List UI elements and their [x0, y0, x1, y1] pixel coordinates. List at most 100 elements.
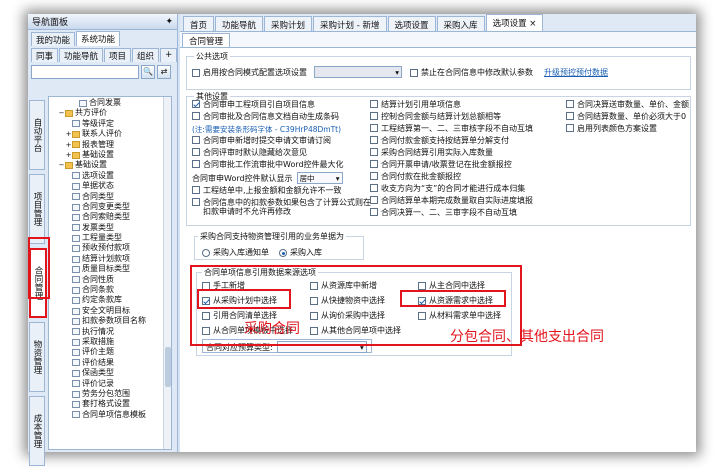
tree-item[interactable]: 工程量类型: [51, 233, 171, 243]
checkbox-box[interactable]: [192, 112, 200, 120]
checkbox-box[interactable]: [370, 172, 378, 180]
checkbox-box[interactable]: [192, 148, 200, 156]
tree-item[interactable]: 采取措施: [51, 337, 171, 347]
option-checkbox[interactable]: 工程结算第一、二、三审核字段不自动互填: [370, 124, 560, 136]
checkbox-box[interactable]: [370, 184, 378, 192]
document-tab[interactable]: 采购计划: [264, 16, 313, 31]
radio-button[interactable]: [279, 248, 287, 257]
checkbox-box[interactable]: [566, 112, 574, 120]
vertical-tab[interactable]: 项目管理: [29, 174, 45, 244]
option-checkbox[interactable]: 合同结算单本期完成数量取自实际进度填报: [370, 196, 560, 208]
tree-item[interactable]: 结算计划款项: [51, 254, 171, 264]
document-tab[interactable]: 采购入库: [436, 16, 485, 31]
tree-item[interactable]: + 基础设置: [51, 150, 171, 160]
checkbox-box[interactable]: [370, 124, 378, 132]
option-checkbox[interactable]: 合同审申工程项目引自项目信息: [192, 100, 372, 112]
checkbox-box[interactable]: [370, 196, 378, 204]
tree-item[interactable]: 发票类型: [51, 223, 171, 233]
document-tab[interactable]: 功能导航: [215, 16, 264, 31]
checkbox-box[interactable]: [192, 186, 200, 194]
disable-default-checkbox[interactable]: 禁止在合同信息中修改默认参数: [410, 67, 533, 78]
panel-tab[interactable]: 系统功能: [76, 31, 121, 46]
option-checkbox[interactable]: 合同付款在批金额报控: [370, 172, 560, 184]
expand-toggle-icon[interactable]: −: [58, 160, 65, 170]
tree-item[interactable]: 合同性质: [51, 275, 171, 285]
tree-item[interactable]: 扣款参数项目名称: [51, 316, 171, 326]
option-checkbox[interactable]: 合同评审时默认隐藏给次意见: [192, 148, 372, 160]
document-tab[interactable]: 选项设置: [387, 16, 436, 31]
panel-tab[interactable]: 项目: [104, 48, 132, 62]
option-checkbox[interactable]: 合同审申新增时提交申请文审请订阅: [192, 136, 372, 148]
purchase-radio[interactable]: 采购入库: [279, 247, 322, 258]
tree-item[interactable]: 执行情况: [51, 327, 171, 337]
tree-item[interactable]: 评价记录: [51, 379, 171, 389]
document-tab[interactable]: 选项设置 ×: [485, 14, 544, 31]
expand-icon[interactable]: ⇄: [157, 65, 171, 79]
tree-item[interactable]: 质量目标类型: [51, 264, 171, 274]
checkbox-box[interactable]: [192, 160, 200, 168]
upgrade-link[interactable]: 升级预控预付数据: [544, 67, 608, 78]
tree-scrollbar[interactable]: [163, 97, 171, 449]
tree-item[interactable]: 单据状态: [51, 181, 171, 191]
tree-item[interactable]: 合同单项信息模板: [51, 410, 171, 420]
tree-item[interactable]: + 报表管理: [51, 140, 171, 150]
tree-item[interactable]: 合同发票: [51, 98, 171, 108]
tree-item[interactable]: 套打格式设置: [51, 399, 171, 409]
tree-item[interactable]: − 共方评价: [51, 108, 171, 118]
checkbox-box[interactable]: [370, 208, 378, 216]
document-tab[interactable]: 采购计划 - 新增: [313, 16, 387, 31]
word-default-select[interactable]: 居中 ▾: [296, 172, 343, 184]
tree-item[interactable]: 预收预付款项: [51, 243, 171, 253]
option-checkbox[interactable]: 合同付款金额支持按结算单分解支付: [370, 136, 560, 148]
tree-item[interactable]: 选项设置: [51, 171, 171, 181]
checkbox-box[interactable]: [192, 68, 200, 77]
tree-item[interactable]: 合同条款: [51, 285, 171, 295]
tree-item[interactable]: 合同类型: [51, 192, 171, 202]
checkbox-box[interactable]: [566, 124, 574, 132]
tree-item[interactable]: 评价主题: [51, 347, 171, 357]
vertical-tab[interactable]: 物资管理: [29, 322, 45, 392]
checkbox-box[interactable]: [566, 100, 574, 108]
expand-toggle-icon[interactable]: −: [58, 108, 65, 118]
enable-mode-checkbox[interactable]: 启用按合同模式配置选项设置: [192, 67, 307, 78]
pin-icon[interactable]: ✦: [165, 17, 173, 27]
tree-item[interactable]: − 基础设置: [51, 160, 171, 170]
option-checkbox[interactable]: 合同审批及合同信息文档自动生成条码: [192, 112, 372, 124]
checkbox-box[interactable]: [192, 136, 200, 144]
tree-item[interactable]: 劳务分包范围: [51, 389, 171, 399]
option-checkbox[interactable]: 合同决算送审数量、单价、金额: [566, 100, 694, 112]
panel-tab[interactable]: 功能导航: [59, 48, 104, 62]
option-checkbox[interactable]: 控制合同金额与结算计划总额相等: [370, 112, 560, 124]
option-checkbox[interactable]: 合同信息中的扣款参数如果包含了计算公式则在扣款申请时不允许再修改: [192, 198, 372, 216]
option-checkbox[interactable]: 启用列表颜色方案设置: [566, 124, 694, 136]
option-checkbox[interactable]: 合同结算数量、单价必须大于0: [566, 112, 694, 124]
checkbox-box[interactable]: [370, 100, 378, 108]
panel-tab[interactable]: +: [160, 48, 178, 62]
tree-item[interactable]: 约定条款库: [51, 295, 171, 305]
tab-contract-management[interactable]: 合同管理: [182, 33, 231, 47]
search-icon[interactable]: 🔍: [141, 65, 155, 79]
search-input[interactable]: [31, 65, 139, 79]
panel-tab[interactable]: 同事: [31, 48, 59, 62]
checkbox-box[interactable]: [192, 100, 200, 108]
checkbox-box[interactable]: [192, 198, 200, 206]
checkbox-box[interactable]: [370, 112, 378, 120]
radio-button[interactable]: [202, 248, 210, 257]
tree-item[interactable]: 安全文明目标: [51, 306, 171, 316]
tree-item[interactable]: 保函类型: [51, 368, 171, 378]
checkbox-box[interactable]: [370, 160, 378, 168]
option-checkbox[interactable]: 收支方向为“支”的合同才能进行成本归集: [370, 184, 560, 196]
tree-item[interactable]: 等级评定: [51, 119, 171, 129]
expand-toggle-icon[interactable]: +: [65, 129, 72, 139]
checkbox-box[interactable]: [370, 148, 378, 156]
tree-item[interactable]: + 联系人评价: [51, 129, 171, 139]
mode-select[interactable]: ▾: [314, 66, 402, 78]
expand-toggle-icon[interactable]: +: [65, 150, 72, 160]
tree-item[interactable]: 评价结果: [51, 358, 171, 368]
option-checkbox[interactable]: 合同决算一、二、三审字段不自动互填: [370, 208, 560, 220]
panel-tab[interactable]: 我的功能: [31, 32, 76, 46]
tree-item[interactable]: 合同索赔类型: [51, 212, 171, 222]
option-checkbox[interactable]: 采购合同结算引用实际入库数量: [370, 148, 560, 160]
option-checkbox[interactable]: 合同审批工作流审批中Word控件最大化: [192, 160, 372, 172]
vertical-tab[interactable]: 成本管理: [29, 396, 45, 466]
